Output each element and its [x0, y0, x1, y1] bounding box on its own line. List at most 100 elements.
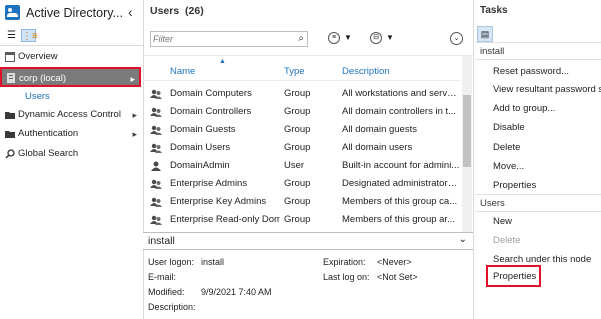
nav-item-corp-local[interactable]: corp (local) ▸ [0, 67, 141, 87]
chevron-down-icon[interactable]: ⌄ [459, 234, 467, 245]
tasks-section-title: install [480, 46, 505, 57]
group-icon [150, 215, 162, 225]
table-row[interactable]: Enterprise Admins Group Designated admin… [143, 175, 461, 193]
row-type: Group [284, 124, 311, 135]
task-properties-users[interactable]: Properties [486, 265, 541, 287]
column-header-name[interactable]: Name [170, 66, 195, 77]
row-description: Built-in account for admini... [342, 160, 460, 171]
row-type: Group [284, 88, 311, 99]
list-title: Users (26) [150, 5, 204, 17]
row-description: Members of this group ar... [342, 214, 455, 225]
row-description: Members of this group ca... [342, 196, 458, 207]
column-header-description[interactable]: Description [342, 66, 390, 77]
active-directory-icon [5, 5, 20, 20]
tasks-title: Tasks [480, 5, 508, 16]
group-icon [150, 125, 162, 135]
table-row[interactable]: Domain Controllers Group All domain cont… [143, 103, 461, 121]
nav-item-overview[interactable]: Overview [0, 48, 143, 66]
table-row[interactable]: Domain Computers Group All workstations … [143, 85, 461, 103]
app-title: Active Directory... [26, 6, 124, 20]
expand-toggle-icon[interactable]: ⌄ [450, 32, 463, 45]
expiration-label: Expiration: [323, 257, 366, 267]
group-icon [150, 143, 162, 153]
view-options-button[interactable]: ≡ ▼ [328, 31, 358, 47]
last-logon-label: Last log on: [323, 272, 370, 282]
table-row[interactable]: DomainAdmin User Built-in account for ad… [143, 157, 461, 175]
row-description: All domain controllers in t... [342, 106, 457, 117]
row-name: Domain Users [170, 142, 231, 153]
row-description: All domain guests [342, 124, 417, 135]
tasks-section-header: install [475, 42, 601, 60]
user-logon-label: User logon: [148, 257, 195, 267]
tree-view-icon[interactable]: ⋮≡ [21, 29, 38, 42]
task-move[interactable]: Move... [493, 161, 524, 172]
table-row[interactable]: Domain Guests Group All domain guests [143, 121, 461, 139]
group-icon [150, 197, 162, 207]
table-row[interactable]: Enterprise Key Admins Group Members of t… [143, 193, 461, 211]
chevron-right-icon: ▸ [132, 110, 137, 120]
row-name: Enterprise Read-only Dom... [170, 214, 280, 225]
search-icon [5, 149, 15, 159]
search-icon[interactable]: ⌕ [298, 33, 304, 44]
task-view-resultant-password-settings[interactable]: View resultant password setti [493, 84, 601, 95]
table-row[interactable]: Enterprise Read-only Dom... Group Member… [143, 211, 461, 229]
task-disable[interactable]: Disable [493, 122, 525, 133]
list-count: (26) [185, 5, 204, 17]
task-properties-users-label: Properties [493, 271, 537, 282]
row-type: Group [284, 196, 311, 207]
task-reset-password[interactable]: Reset password... [493, 66, 569, 77]
email-label: E-mail: [148, 272, 177, 282]
row-name: Domain Guests [170, 124, 236, 135]
modified-value: 9/9/2021 7:40 AM [201, 287, 272, 297]
nav-auth-label: Authentication [18, 128, 79, 139]
view-toggle-bar: ☰ ⋮≡ [0, 27, 143, 44]
collapse-pane-icon[interactable]: ‹ [128, 4, 133, 20]
detail-header[interactable]: install ⌄ [143, 232, 473, 250]
modified-label: Modified: [148, 287, 185, 297]
group-icon [150, 89, 162, 99]
list-title-text: Users [150, 5, 180, 17]
row-name: Enterprise Key Admins [170, 196, 267, 207]
row-type: Group [284, 106, 311, 117]
list-options-icon: ≡ [328, 32, 340, 44]
folder-icon [5, 131, 15, 138]
task-new[interactable]: New [493, 216, 512, 227]
divider [143, 80, 461, 81]
clipboard-icon[interactable]: ▤ [477, 26, 493, 42]
list-view-icon[interactable]: ☰ [4, 29, 19, 42]
tasks-section-title: Users [480, 198, 505, 209]
nav-item-users[interactable]: Users [0, 88, 143, 106]
detail-object-name: install [148, 235, 175, 247]
filter-field[interactable]: ⌕ [150, 31, 308, 47]
row-name: Enterprise Admins [170, 178, 248, 189]
task-delete[interactable]: Delete [493, 142, 520, 153]
group-icon [150, 179, 162, 189]
tasks-section-header: Users [475, 194, 601, 212]
divider [0, 45, 143, 46]
query-options-button[interactable]: ⊟ ▼ [370, 31, 400, 47]
task-search-under-node[interactable]: Search under this node [493, 254, 591, 265]
row-description: All domain users [342, 142, 413, 153]
nav-item-authentication[interactable]: Authentication ▸ [0, 125, 143, 143]
chevron-down-icon: ▼ [344, 33, 352, 42]
row-name: Domain Computers [170, 88, 252, 99]
column-header-type[interactable]: Type [284, 66, 305, 77]
user-icon [150, 161, 162, 171]
filter-input[interactable] [153, 33, 288, 45]
nav-item-dynamic-access-control[interactable]: Dynamic Access Control ▸ [0, 106, 143, 124]
row-description: Designated administrators... [342, 178, 460, 189]
description-label: Description: [148, 302, 196, 312]
nav-corp-label: corp (local) [19, 73, 66, 84]
table-row[interactable]: Domain Users Group All domain users [143, 139, 461, 157]
nav-item-global-search[interactable]: Global Search [0, 145, 143, 163]
row-name: DomainAdmin [170, 160, 230, 171]
user-logon-value: install [201, 257, 225, 267]
scrollbar-thumb[interactable] [463, 95, 471, 167]
task-add-to-group[interactable]: Add to group... [493, 103, 555, 114]
last-logon-value: <Not Set> [377, 272, 418, 282]
overview-icon [5, 52, 15, 62]
chevron-down-icon: ▼ [386, 33, 394, 42]
task-properties[interactable]: Properties [493, 180, 536, 191]
domain-icon [7, 73, 15, 83]
nav-users-label: Users [25, 91, 50, 102]
